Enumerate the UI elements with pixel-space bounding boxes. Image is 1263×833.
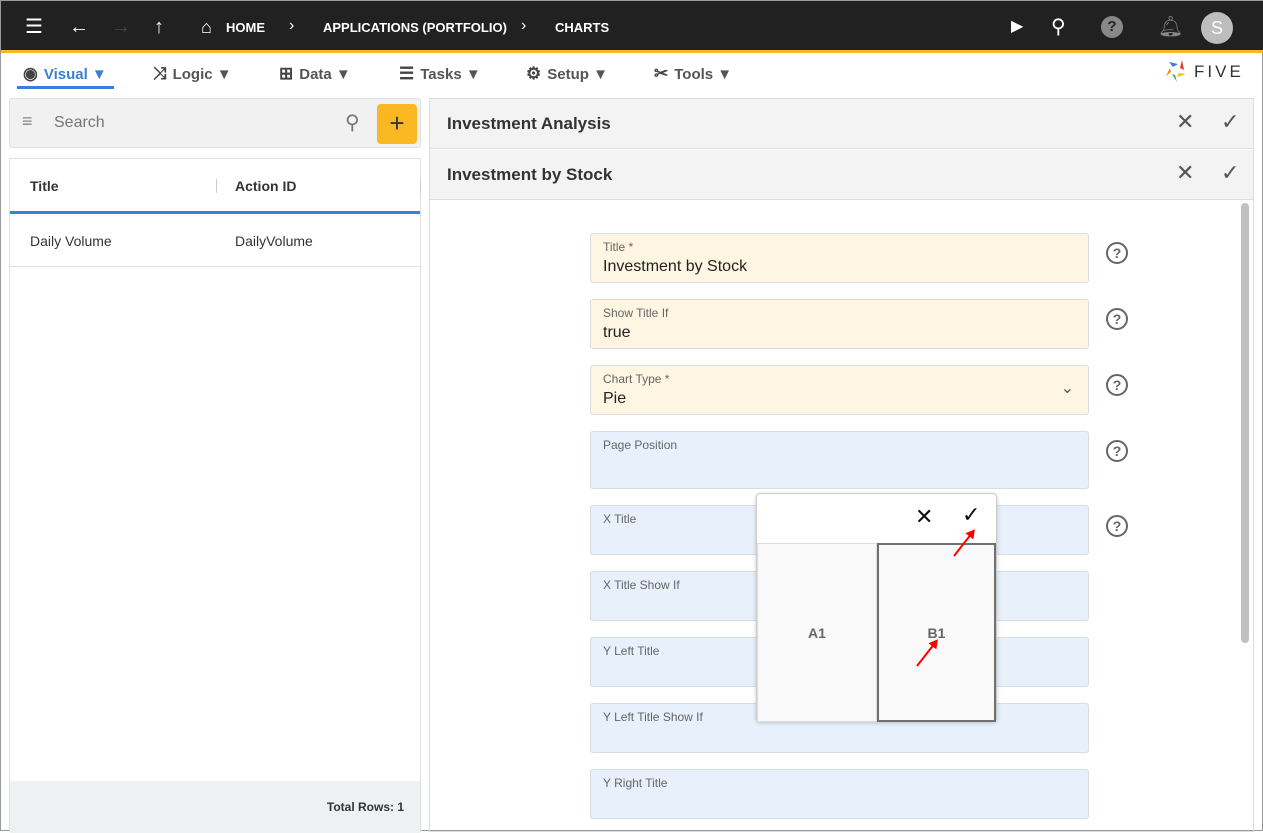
chevron-right-icon: › [289,17,295,34]
column-header-action-id[interactable]: Action ID [235,178,296,194]
field-label: Y Left Title Show If [603,710,703,724]
five-logo: FIVE [1166,60,1244,84]
help-icon[interactable]: ? [1106,242,1128,264]
cell-action-id: DailyVolume [235,233,313,249]
breadcrumb-home[interactable]: HOME [226,20,265,35]
field-label: Chart Type * [603,372,670,386]
menu-label: Setup ▼ [547,65,608,83]
check-icon[interactable]: ✓ [962,502,980,528]
search-input[interactable] [54,109,334,137]
tools-icon: ✂ [654,64,669,83]
menu-label: Tasks ▼ [420,65,481,83]
search-bar: ≡ ⚲ + [9,98,421,148]
add-button[interactable]: + [377,104,417,144]
eye-icon: ◉ [23,64,38,83]
forward-icon[interactable]: → [111,15,131,39]
breadcrumb-charts[interactable]: CHARTS [555,20,609,35]
close-icon[interactable]: ✕ [1176,109,1194,135]
list-panel: ≡ ⚲ + Title Action ID Daily Volume Daily… [9,98,421,833]
field-label: X Title Show If [603,578,680,592]
total-rows: Total Rows: 1 [326,800,404,814]
chevron-right-icon: › [521,17,527,34]
menu-label: Visual ▼ [43,65,107,83]
top-bar: ☰ ← → ↑ ⌂ HOME › APPLICATIONS (PORTFOLIO… [1,1,1263,53]
y-right-title-field[interactable]: Y Right Title [590,769,1089,819]
close-icon[interactable]: ✕ [1176,160,1194,186]
column-divider [216,179,217,193]
chart-type-select[interactable]: Chart Type * Pie ⌄ [590,365,1089,415]
field-label: Y Right Title [603,776,668,790]
check-icon[interactable]: ✓ [1221,160,1239,186]
home-icon: ⌂ [201,17,212,37]
chevron-down-icon[interactable]: ⌄ [1061,378,1074,398]
help-icon[interactable]: ? [1106,515,1128,537]
menu-data[interactable]: ⊞ Data ▼ [279,64,351,84]
tasks-icon: ☰ [399,64,415,83]
show-title-if-field[interactable]: Show Title If true [590,299,1089,349]
menu-label: Logic ▼ [172,65,232,83]
help-icon[interactable]: ? [1101,16,1123,38]
field-value: Pie [603,390,627,407]
menu-label: Data ▼ [299,65,351,83]
position-cell-b1[interactable]: B1 [877,543,996,722]
gear-icon: ⚙ [526,64,542,83]
panel-title: Investment Analysis [447,114,611,133]
menu-bar: ◉ Visual ▼ ⤨ Logic ▼ ⊞ Data ▼ ☰ Tasks ▼ ⚙ Set… [1,56,1263,96]
field-value: Investment by Stock [603,258,748,275]
help-icon[interactable]: ? [1106,374,1128,396]
brand-name: FIVE [1194,62,1244,81]
page-position-field[interactable]: Page Position [590,431,1089,489]
table-footer: Total Rows: 1 [10,781,420,833]
column-header-title[interactable]: Title [30,178,59,194]
field-label: Title * [603,240,634,254]
panel-header-investment-analysis: Investment Analysis ✕ ✓ [430,99,1253,149]
bell-icon[interactable]: 🔔︎ [1158,15,1183,39]
up-icon[interactable]: ↑ [154,15,164,39]
scrollbar[interactable] [1241,203,1249,643]
page-position-picker: ✕ ✓ A1 B1 [756,493,997,722]
list-table: Title Action ID Daily Volume DailyVolume… [9,158,421,833]
menu-visual[interactable]: ◉ Visual ▼ [23,64,107,84]
back-icon[interactable]: ← [69,15,89,39]
menu-label: Tools ▼ [674,65,733,83]
breadcrumb-applications[interactable]: APPLICATIONS (PORTFOLIO) [323,20,507,35]
filter-icon[interactable]: ≡ [22,111,33,132]
avatar[interactable]: S [1201,12,1233,44]
field-label: Page Position [603,438,678,452]
search-run-icon[interactable]: ⚲ [1051,15,1066,39]
cell-title: Daily Volume [30,233,112,249]
help-icon[interactable]: ? [1106,308,1128,330]
menu-logic[interactable]: ⤨ Logic ▼ [153,64,232,84]
close-icon[interactable]: ✕ [915,504,933,530]
position-cell-a1[interactable]: A1 [757,543,877,722]
field-label: X Title [603,512,637,526]
menu-tasks[interactable]: ☰ Tasks ▼ [399,64,481,84]
panel-title: Investment by Stock [447,165,613,184]
menu-icon[interactable]: ☰ [25,15,43,39]
menu-tools[interactable]: ✂ Tools ▼ [654,64,732,84]
help-icon[interactable]: ? [1106,440,1128,462]
logic-icon: ⤨ [153,64,167,83]
five-logo-icon [1166,60,1186,82]
field-label: Show Title If [603,306,669,320]
check-icon[interactable]: ✓ [1221,109,1239,135]
search-icon[interactable]: ⚲ [345,110,360,135]
field-label: Y Left Title [603,644,660,658]
menu-setup[interactable]: ⚙ Setup ▼ [526,64,608,84]
column-divider [420,179,421,193]
table-icon: ⊞ [279,64,294,83]
field-value: true [603,324,631,341]
title-field[interactable]: Title * Investment by Stock [590,233,1089,283]
panel-header-investment-by-stock: Investment by Stock ✕ ✓ [430,150,1253,200]
active-tab-indicator [17,86,114,89]
play-icon[interactable]: ▶ [1011,15,1023,39]
